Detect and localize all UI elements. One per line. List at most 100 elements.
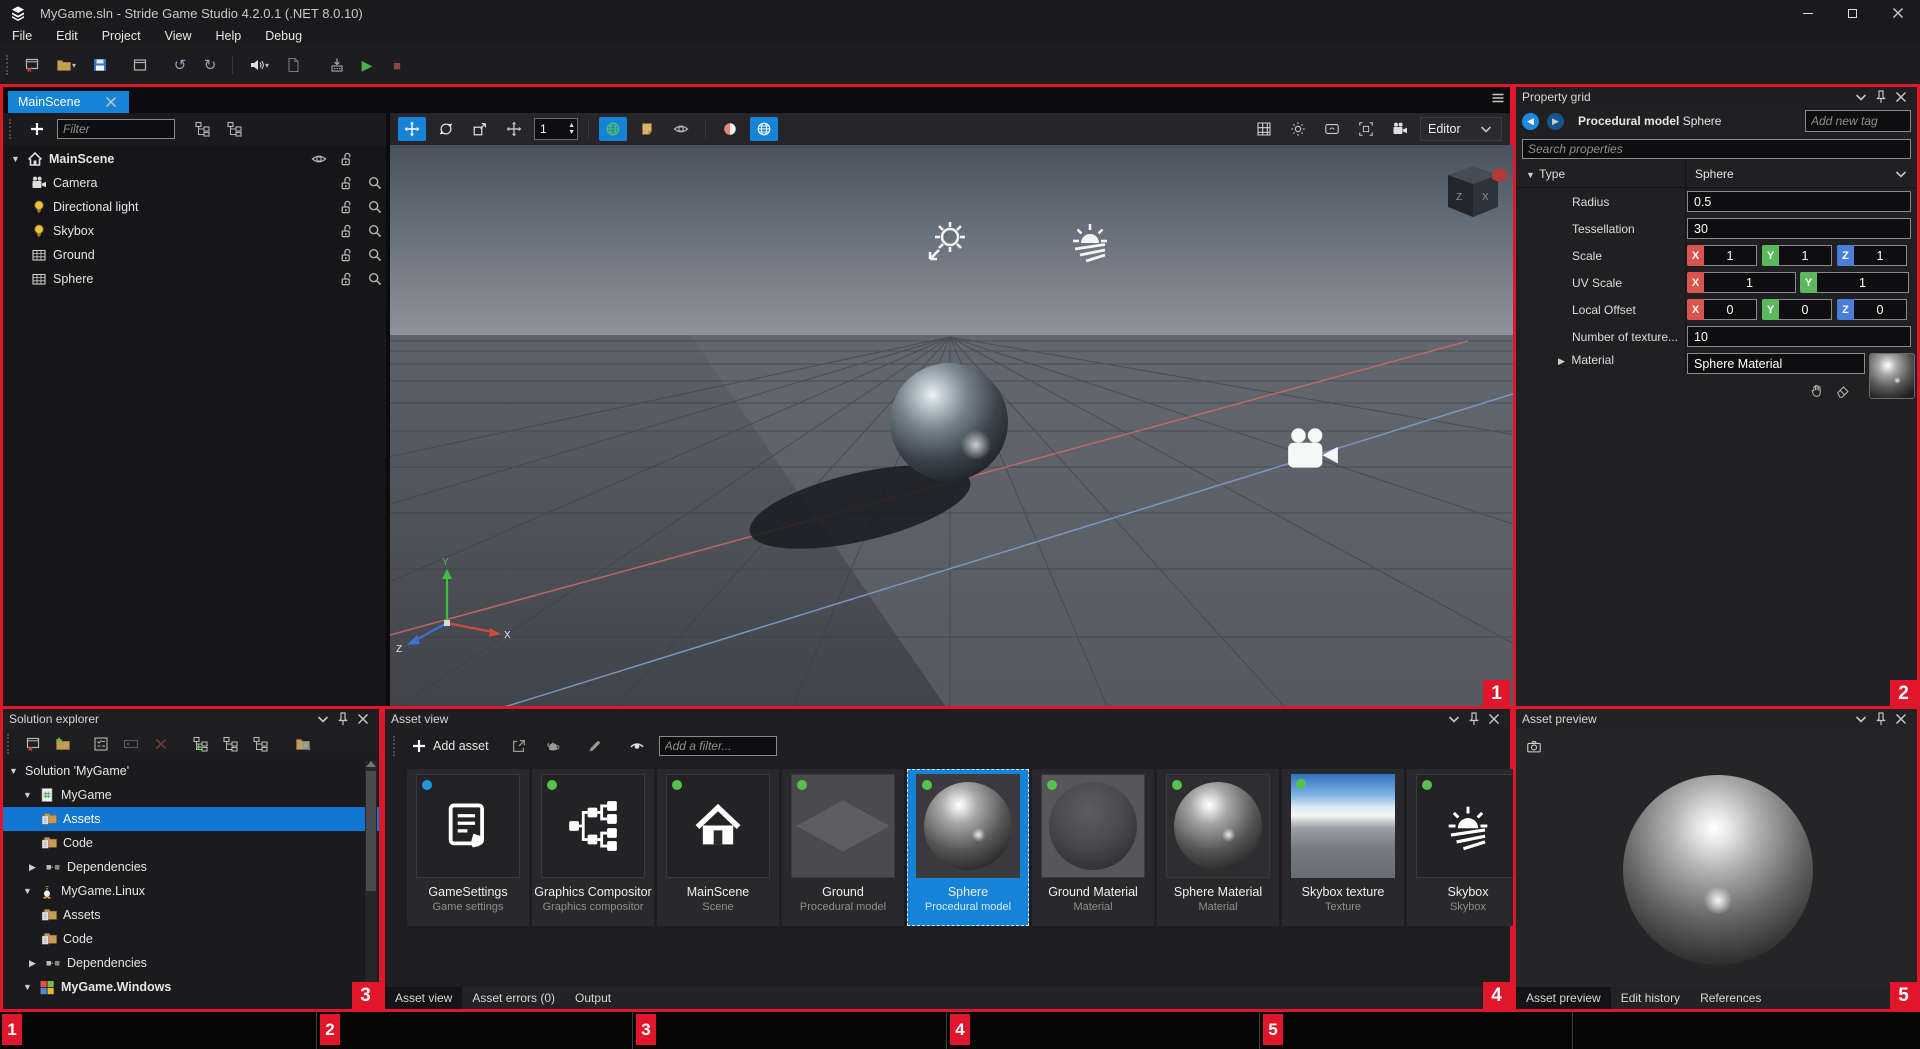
sphere-object[interactable] xyxy=(890,363,1008,481)
expander-icon[interactable]: ▼ xyxy=(11,154,21,164)
menu-debug[interactable]: Debug xyxy=(253,29,314,43)
lighting-toggle-icon[interactable] xyxy=(1284,117,1312,141)
nav-back-button[interactable]: ◀ xyxy=(1522,113,1539,130)
expander-icon[interactable]: ▼ xyxy=(23,982,33,992)
tab-asset-preview[interactable]: Asset preview xyxy=(1516,987,1611,1009)
scale-y-field[interactable]: 1 xyxy=(1779,245,1832,266)
expand-tree-icon[interactable] xyxy=(191,117,215,141)
open-icon[interactable]: ▾ xyxy=(50,53,82,77)
tab-asset-view[interactable]: Asset view xyxy=(385,987,462,1009)
select-magnifier-icon[interactable] xyxy=(364,175,386,191)
tree-row-assets-selected[interactable]: Assets xyxy=(3,807,379,831)
tree-row-mainscene[interactable]: ▼ MainScene xyxy=(3,147,386,171)
asset-tile-mainscene[interactable]: MainScene Scene xyxy=(657,769,779,926)
frame-selection-icon[interactable] xyxy=(1352,117,1380,141)
preview-eye-icon[interactable] xyxy=(625,734,649,758)
toolbar-drag-handle[interactable] xyxy=(7,734,11,754)
expander-icon[interactable]: ▼ xyxy=(23,886,33,896)
collapse-tree-icon[interactable] xyxy=(223,117,247,141)
tab-references[interactable]: References xyxy=(1690,987,1771,1009)
rotate-tool-button[interactable] xyxy=(432,117,460,141)
search-properties-input[interactable] xyxy=(1522,139,1911,159)
camera-settings-icon[interactable] xyxy=(1386,117,1414,141)
tab-close-icon[interactable] xyxy=(103,94,119,110)
tab-menu-icon[interactable] xyxy=(1486,86,1510,110)
close-scene-icon[interactable] xyxy=(20,53,44,77)
sync-tree-icon[interactable] xyxy=(249,732,273,756)
scale-x-field[interactable]: 1 xyxy=(1704,245,1757,266)
lock-icon[interactable] xyxy=(336,271,358,287)
tree-row-directional-light[interactable]: Directional light xyxy=(3,195,386,219)
menu-project[interactable]: Project xyxy=(90,29,153,43)
radius-field[interactable] xyxy=(1687,191,1911,212)
scale-z-field[interactable]: 1 xyxy=(1854,245,1907,266)
pin-icon[interactable] xyxy=(1871,707,1891,731)
pin-icon[interactable] xyxy=(1871,85,1891,109)
world-space-toggle[interactable] xyxy=(599,117,627,141)
maximize-button[interactable] xyxy=(1830,0,1875,26)
select-magnifier-icon[interactable] xyxy=(364,271,386,287)
tree-row-solution[interactable]: ▼ Solution 'MyGame' xyxy=(3,759,379,783)
teapot-icon[interactable] xyxy=(541,734,565,758)
num-textures-field[interactable] xyxy=(1687,326,1911,347)
clear-reference-icon[interactable] xyxy=(1831,379,1855,403)
close-panel-icon[interactable] xyxy=(1484,707,1504,731)
offset-x-field[interactable]: 0 xyxy=(1704,299,1757,320)
tree-row-clipped[interactable] xyxy=(3,999,379,1001)
grid-toggle-icon[interactable] xyxy=(1250,117,1278,141)
preview-sphere-render[interactable] xyxy=(1623,775,1813,965)
select-magnifier-icon[interactable] xyxy=(364,247,386,263)
tree-row-dependencies[interactable]: ▶ Dependencies xyxy=(3,951,379,975)
save-icon[interactable] xyxy=(88,53,112,77)
close-project-icon[interactable] xyxy=(21,732,45,756)
camera-mode-dropdown[interactable]: Editor xyxy=(1420,117,1502,141)
property-row-type[interactable]: ▼ Type Sphere xyxy=(1516,161,1917,188)
screenshot-camera-icon[interactable] xyxy=(1522,735,1546,759)
close-panel-icon[interactable] xyxy=(353,707,373,731)
tree-row-ground[interactable]: Ground xyxy=(3,243,386,267)
panel-menu-chevron-icon[interactable] xyxy=(1851,707,1871,731)
tree-row-assets[interactable]: Assets xyxy=(3,903,379,927)
tree-row-dependencies[interactable]: ▶ Dependencies xyxy=(3,855,379,879)
expander-icon[interactable]: ▶ xyxy=(29,862,39,873)
build-icon[interactable] xyxy=(325,53,349,77)
gizmo-visibility-icon[interactable] xyxy=(667,117,695,141)
asset-tile-gamesettings[interactable]: GameSettings Game settings xyxy=(407,769,529,926)
nav-forward-button[interactable]: ▶ xyxy=(1547,113,1564,130)
material-field[interactable] xyxy=(1687,353,1865,374)
debug-target-icon[interactable]: ▾ xyxy=(243,53,275,77)
offset-z-field[interactable]: 0 xyxy=(1854,299,1907,320)
asset-tile-ground[interactable]: Ground Procedural model xyxy=(782,769,904,926)
scale-tool-button[interactable] xyxy=(466,117,494,141)
lock-icon[interactable] xyxy=(336,199,358,215)
redo-icon[interactable]: ↻ xyxy=(198,53,222,77)
tree-row-mygame-windows[interactable]: ▼ MyGame.Windows xyxy=(3,975,379,999)
window-icon[interactable] xyxy=(128,53,152,77)
tab-mainscene[interactable]: MainScene xyxy=(8,91,129,113)
scrollbar[interactable] xyxy=(365,761,377,997)
export-icon[interactable] xyxy=(507,734,531,758)
undo-icon[interactable]: ↺ xyxy=(168,53,192,77)
asset-tile-skybox-texture[interactable]: Skybox texture Texture xyxy=(1282,769,1404,926)
render-mode-icon[interactable] xyxy=(716,117,744,141)
lock-icon[interactable] xyxy=(336,151,358,167)
pin-icon[interactable] xyxy=(1464,707,1484,731)
asset-filter-input[interactable] xyxy=(659,736,777,756)
tree-row-skybox[interactable]: Skybox xyxy=(3,219,386,243)
tab-asset-errors[interactable]: Asset errors (0) xyxy=(462,987,565,1009)
close-panel-icon[interactable] xyxy=(1891,85,1911,109)
tree-row-code[interactable]: Code xyxy=(3,927,379,951)
close-button[interactable] xyxy=(1875,0,1920,26)
type-dropdown-chevron-icon[interactable] xyxy=(1893,166,1909,182)
minimize-button[interactable] xyxy=(1785,0,1830,26)
navigation-globe-toggle[interactable] xyxy=(750,117,778,141)
offset-y-field[interactable]: 0 xyxy=(1779,299,1832,320)
close-panel-icon[interactable] xyxy=(1891,707,1911,731)
expand-all-icon[interactable] xyxy=(189,732,213,756)
asset-tile-sphere-selected[interactable]: Sphere Procedural model xyxy=(907,769,1029,926)
uv-scale-x-field[interactable]: 1 xyxy=(1704,272,1796,293)
uv-scale-y-field[interactable]: 1 xyxy=(1817,272,1909,293)
expander-icon[interactable]: ▶ xyxy=(1558,356,1568,367)
tab-edit-history[interactable]: Edit history xyxy=(1611,987,1690,1009)
scene-3d-view[interactable]: Z X Y X Z xyxy=(390,145,1516,713)
